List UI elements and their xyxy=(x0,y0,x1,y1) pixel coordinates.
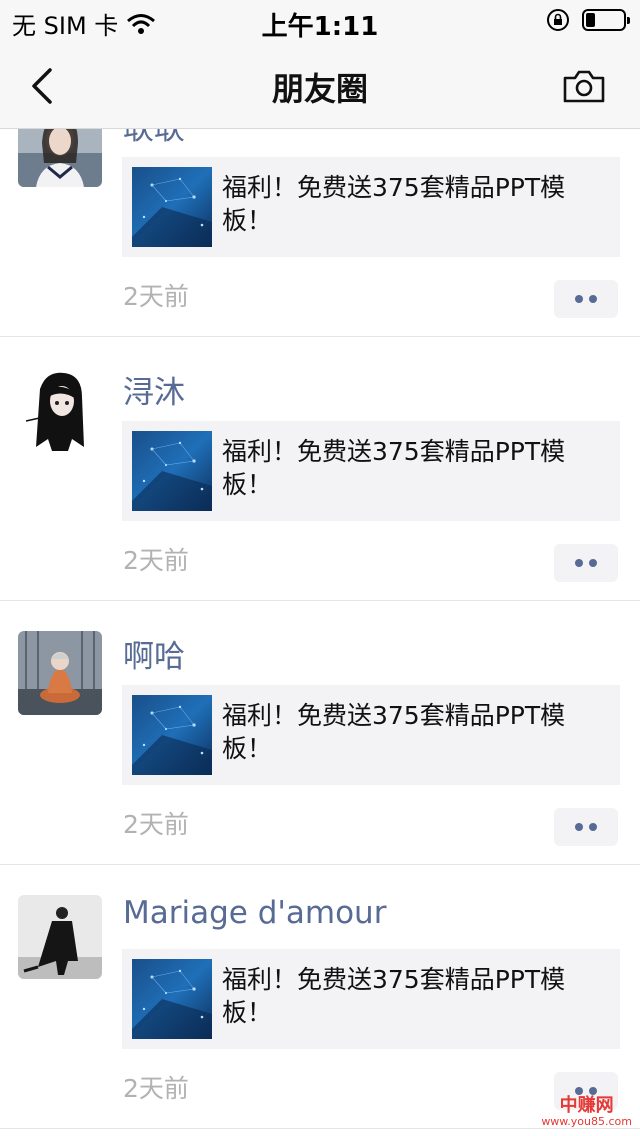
status-bar: 无 SIM 卡 上午1:11 xyxy=(0,0,640,44)
avatar-image xyxy=(18,895,102,979)
moment-post: 啊哈 福利！免费送375套精品PPT模板！ 2天前 xyxy=(0,601,640,865)
watermark-url: www.you85.com xyxy=(541,1115,632,1128)
avatar-image xyxy=(18,631,102,715)
page-title: 朋友圈 xyxy=(271,70,368,108)
moment-post: 耿耿 福利！免费送375套精品PPT模板！ 2天前 xyxy=(0,129,640,337)
avatar-image xyxy=(18,367,102,451)
link-card-title: 福利！免费送375套精品PPT模板！ xyxy=(222,701,566,763)
camera-icon[interactable] xyxy=(562,68,606,104)
link-card[interactable]: 福利！免费送375套精品PPT模板！ xyxy=(122,949,620,1049)
rotation-lock-icon xyxy=(547,9,569,31)
link-card[interactable]: 福利！免费送375套精品PPT模板！ xyxy=(122,157,620,257)
post-time: 2天前 xyxy=(123,282,189,311)
avatar[interactable] xyxy=(18,631,102,715)
avatar[interactable] xyxy=(18,367,102,451)
post-time: 2天前 xyxy=(123,1074,189,1103)
link-thumbnail xyxy=(132,695,212,775)
more-options-button[interactable] xyxy=(554,808,618,846)
username[interactable]: 浔沐 xyxy=(123,367,185,412)
link-card-title: 福利！免费送375套精品PPT模板！ xyxy=(222,173,566,235)
moment-post: 浔沐 福利！免费送375套精品PPT模板！ 2天前 xyxy=(0,337,640,601)
avatar[interactable] xyxy=(18,895,102,979)
link-card-title: 福利！免费送375套精品PPT模板！ xyxy=(222,965,566,1027)
moments-feed[interactable]: 耿耿 福利！免费送375套精品PPT模板！ 2天前 浔沐 福利！免费送375套精… xyxy=(0,129,640,1136)
watermark-title: 中赚网 xyxy=(559,1095,614,1116)
avatar-image xyxy=(18,129,102,187)
username[interactable]: 耿耿 xyxy=(123,129,185,148)
link-card[interactable]: 福利！免费送375套精品PPT模板！ xyxy=(122,421,620,521)
avatar[interactable] xyxy=(18,129,102,187)
link-card-title: 福利！免费送375套精品PPT模板！ xyxy=(222,437,566,499)
moment-post: Mariage d'amour 福利！免费送375套精品PPT模板！ 2天前 xyxy=(0,865,640,1129)
username[interactable]: Mariage d'amour xyxy=(123,895,386,931)
battery-level xyxy=(586,13,595,27)
post-time: 2天前 xyxy=(123,810,189,839)
more-options-button[interactable] xyxy=(554,280,618,318)
post-time: 2天前 xyxy=(123,546,189,575)
username[interactable]: 啊哈 xyxy=(123,631,185,676)
link-thumbnail xyxy=(132,959,212,1039)
more-options-button[interactable] xyxy=(554,544,618,582)
status-right-group xyxy=(546,8,630,32)
link-card[interactable]: 福利！免费送375套精品PPT模板！ xyxy=(122,685,620,785)
nav-bar: 朋友圈 xyxy=(0,44,640,129)
status-time: 上午1:11 xyxy=(261,12,379,42)
link-thumbnail xyxy=(132,431,212,511)
link-thumbnail xyxy=(132,167,212,247)
battery-icon xyxy=(582,9,630,31)
watermark: 中赚网 www.you85.com xyxy=(541,1096,632,1128)
